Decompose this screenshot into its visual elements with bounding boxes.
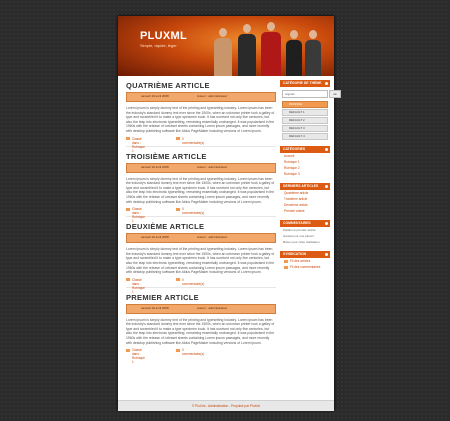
comment-icon (176, 207, 180, 211)
syndication-heading: SYNDICATION (280, 251, 330, 258)
sidebar: CATÉGORIE DE THÈME orgcom ok ORANGE DEFAU… (280, 80, 341, 276)
site-header: PLUXML Simple, rapide, léger (118, 16, 334, 76)
theme-select[interactable]: orgcom ok (282, 90, 341, 98)
article-title[interactable]: TROISIÈME ARTICLE (126, 151, 276, 162)
article-author: Auteur : administrateur (197, 235, 228, 240)
bullet-icon (325, 185, 328, 188)
bullet-icon (325, 148, 328, 151)
article-date: samedi 19 avril 2008 (141, 164, 169, 169)
article-body: Lorem ipsum is simply dummy text of the … (126, 176, 275, 204)
recent-comment[interactable]: Bravo pour cette réalisation (280, 239, 330, 245)
folder-icon (126, 278, 130, 282)
folder-icon (126, 207, 130, 211)
theme-box: CATÉGORIE DE THÈME orgcom ok ORANGE DEFAU… (280, 80, 341, 140)
article-body: Lorem ipsum is simply dummy text of the … (126, 247, 275, 275)
article-date: samedi 19 avril 2008 (141, 94, 169, 98)
categories-heading: CATÉGORIES (280, 146, 330, 153)
article: DEUXIÈME ARTICLE samedi 19 avril 2008 Au… (126, 221, 276, 294)
rss-icon (284, 259, 288, 263)
article-body: Lorem ipsum is simply dummy text of the … (126, 317, 275, 345)
article-comments-link[interactable]: 0 commentaire(s) (182, 207, 204, 215)
bullet-icon (325, 253, 328, 256)
article-body: Lorem ipsum is simply dummy text of the … (126, 106, 275, 133)
recent-article-link[interactable]: Premier article (280, 208, 330, 214)
article-comments-link[interactable]: 0 commentaire(s) (182, 137, 204, 145)
comment-icon (176, 348, 180, 352)
article-meta: samedi 19 avril 2008 Auteur : administra… (126, 162, 276, 173)
comments-heading: COMMENTAIRES (280, 220, 330, 227)
site-footer[interactable]: © PluXml - Administration - Propulsé par… (118, 400, 334, 411)
site-title[interactable]: PLUXML (140, 30, 187, 42)
header-banner-image (206, 22, 324, 76)
article-meta: samedi 19 avril 2008 Auteur : administra… (126, 233, 276, 244)
article-date: samedi 19 avril 2008 (141, 235, 169, 240)
site-subtitle: Simple, rapide, léger (140, 43, 177, 48)
divider (126, 145, 276, 147)
article-comments-link[interactable]: 0 commentaire(s) (182, 278, 204, 286)
article-category-link[interactable]: Classé dans : Rubrique 1 (132, 348, 145, 364)
theme-item[interactable]: DEFAULT 3 (282, 125, 328, 132)
category-link[interactable]: Rubrique 3 (280, 171, 330, 177)
article-author: Auteur : administrateur (197, 94, 228, 98)
divider (126, 286, 276, 288)
article-comments-link[interactable]: 0 commentaire(s) (182, 348, 204, 356)
article-footer: Classé dans : Rubrique 1 0 commentaire(s… (126, 137, 276, 153)
theme-ok-button[interactable]: ok (329, 90, 341, 98)
article: TROISIÈME ARTICLE samedi 19 avril 2008 A… (126, 151, 276, 223)
article-title[interactable]: QUATRIÈME ARTICLE (126, 80, 276, 91)
recent-articles-heading: DERNIERS ARTICLES (280, 183, 330, 190)
comments-box: COMMENTAIRES Parfait ce premier article … (280, 220, 330, 245)
main-content: QUATRIÈME ARTICLE samedi 19 avril 2008 A… (126, 80, 276, 364)
article-footer: Classé dans : Rubrique 1 0 commentaire(s… (126, 207, 276, 223)
rss-comments-link[interactable]: Fil des commentaires (280, 264, 330, 270)
syndication-box: SYNDICATION Fil des articles Fil des com… (280, 251, 330, 270)
bullet-icon (325, 222, 328, 225)
categories-box: CATÉGORIES Accueil Rubrique 1 Rubrique 2… (280, 146, 330, 177)
theme-item[interactable]: DEFAULT 2 (282, 117, 328, 124)
page-container: PLUXML Simple, rapide, léger QUATRIÈME A… (118, 16, 341, 411)
article-title[interactable]: PREMIER ARTICLE (126, 292, 276, 303)
article-meta: samedi 19 avril 2008 Auteur : administra… (126, 303, 276, 314)
article-footer: Classé dans : Rubrique 1 0 commentaire(s… (126, 278, 276, 294)
article-meta: samedi 19 avril 2008 Auteur : administra… (126, 92, 276, 102)
folder-icon (126, 348, 130, 352)
folder-icon (126, 137, 130, 141)
article: QUATRIÈME ARTICLE samedi 19 avril 2008 A… (126, 80, 276, 153)
theme-item-orange[interactable]: ORANGE (282, 101, 328, 108)
comment-icon (176, 137, 180, 141)
divider (126, 216, 276, 218)
theme-item[interactable]: DEFAULT 1 (282, 109, 328, 116)
article-footer: Classé dans : Rubrique 1 0 commentaire(s… (126, 348, 276, 364)
article-date: samedi 19 avril 2008 (141, 305, 169, 310)
article-author: Auteur : administrateur (197, 305, 228, 310)
article: PREMIER ARTICLE samedi 19 avril 2008 Aut… (126, 292, 276, 364)
theme-item[interactable]: DEFAULT 4 (282, 133, 328, 140)
rss-icon (284, 265, 288, 269)
article-title[interactable]: DEUXIÈME ARTICLE (126, 221, 276, 232)
bullet-icon (325, 82, 328, 85)
comment-icon (176, 278, 180, 282)
theme-heading: CATÉGORIE DE THÈME (280, 80, 330, 87)
article-author: Auteur : administrateur (197, 164, 228, 169)
recent-articles-box: DERNIERS ARTICLES Quatrième article Troi… (280, 183, 330, 214)
